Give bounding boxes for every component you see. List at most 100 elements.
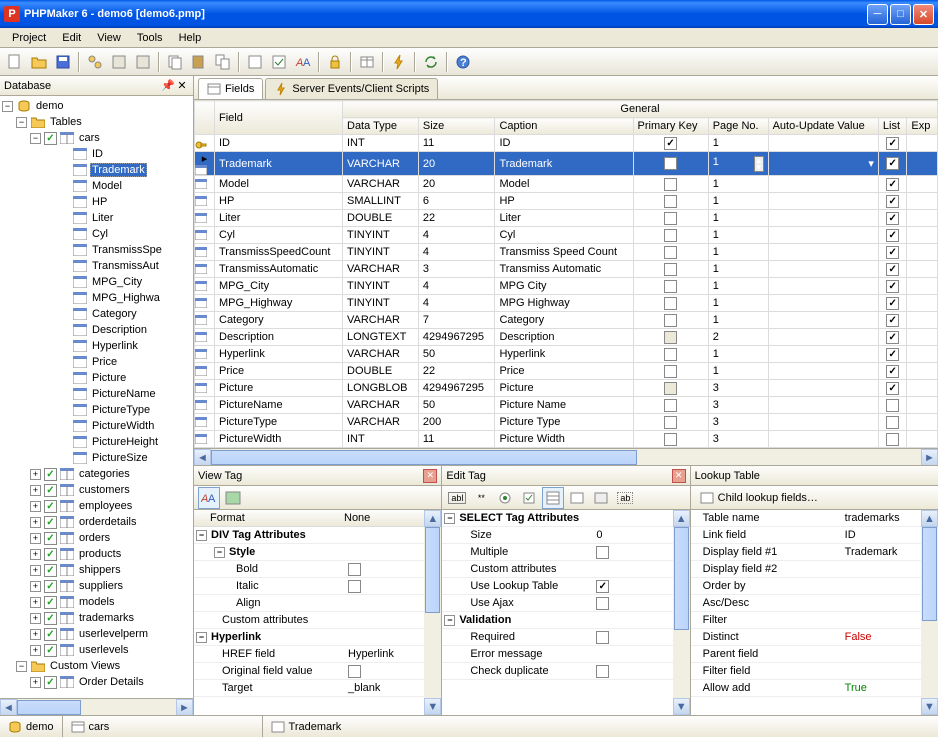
scroll-right-icon[interactable]: ► bbox=[921, 449, 938, 465]
multiple-checkbox[interactable] bbox=[596, 546, 609, 559]
vscroll[interactable]: ▲ ▼ bbox=[424, 510, 441, 715]
html-button[interactable] bbox=[132, 51, 154, 73]
database-tree[interactable]: −demo−Tables−carsIDTrademarkModelHPLiter… bbox=[0, 96, 193, 698]
tree-checkbox[interactable] bbox=[44, 484, 57, 497]
scroll-down-icon[interactable]: ▼ bbox=[673, 698, 690, 715]
tree-node[interactable]: ID bbox=[2, 146, 191, 162]
scroll-thumb[interactable] bbox=[211, 450, 637, 465]
lock-button[interactable] bbox=[324, 51, 346, 73]
bold-checkbox[interactable] bbox=[348, 563, 361, 576]
script-button[interactable] bbox=[244, 51, 266, 73]
tree-label[interactable]: Liter bbox=[90, 212, 115, 224]
tree-node[interactable]: Model bbox=[2, 178, 191, 194]
list-checkbox[interactable] bbox=[886, 246, 899, 259]
pk-checkbox[interactable] bbox=[664, 433, 677, 446]
table-button[interactable] bbox=[356, 51, 378, 73]
menu-help[interactable]: Help bbox=[171, 30, 210, 46]
tree-node[interactable]: +customers bbox=[2, 482, 191, 498]
grid-row[interactable]: PriceDOUBLE22Price1 bbox=[195, 363, 938, 380]
grid-row[interactable]: PictureWidthINT11Picture Width3 bbox=[195, 431, 938, 448]
list-checkbox[interactable] bbox=[886, 297, 899, 310]
pk-checkbox[interactable] bbox=[664, 212, 677, 225]
tree-label[interactable]: userlevelperm bbox=[77, 628, 150, 640]
tree-toggle-icon[interactable]: + bbox=[30, 533, 41, 544]
tree-checkbox[interactable] bbox=[44, 676, 57, 689]
pk-checkbox[interactable] bbox=[664, 365, 677, 378]
list-checkbox[interactable] bbox=[886, 229, 899, 242]
list-checkbox[interactable] bbox=[886, 157, 899, 170]
pk-checkbox[interactable] bbox=[664, 229, 677, 242]
tree-label[interactable]: MPG_City bbox=[90, 276, 144, 288]
tree-node[interactable]: +models bbox=[2, 594, 191, 610]
db-button[interactable] bbox=[84, 51, 106, 73]
tree-node[interactable]: Picture bbox=[2, 370, 191, 386]
tree-hscroll[interactable]: ◄ ► bbox=[0, 698, 193, 715]
tree-checkbox[interactable] bbox=[44, 596, 57, 609]
font-button[interactable]: AA bbox=[292, 51, 314, 73]
close-button[interactable]: ✕ bbox=[913, 4, 934, 25]
tree-node[interactable]: MPG_Highwa bbox=[2, 290, 191, 306]
tree-toggle-icon[interactable]: + bbox=[30, 501, 41, 512]
tree-toggle-icon[interactable]: − bbox=[16, 661, 27, 672]
tree-node[interactable]: Category bbox=[2, 306, 191, 322]
tree-toggle-icon[interactable]: + bbox=[30, 469, 41, 480]
lookup-row[interactable]: Order by bbox=[691, 578, 921, 595]
format-text-button[interactable]: AA bbox=[198, 487, 220, 509]
tree-node[interactable]: PictureType bbox=[2, 402, 191, 418]
tree-toggle-icon[interactable]: + bbox=[30, 613, 41, 624]
menu-edit[interactable]: Edit bbox=[54, 30, 89, 46]
tree-node[interactable]: + orders bbox=[2, 530, 191, 546]
tab-fields[interactable]: Fields bbox=[198, 78, 263, 99]
scroll-right-icon[interactable]: ► bbox=[176, 699, 193, 715]
checkdup-checkbox[interactable] bbox=[596, 665, 609, 678]
image-button[interactable] bbox=[222, 487, 244, 509]
tree-toggle-icon[interactable]: − bbox=[30, 133, 41, 144]
textarea-button[interactable] bbox=[566, 487, 588, 509]
menu-view[interactable]: View bbox=[89, 30, 129, 46]
tree-node[interactable]: TransmissSpe bbox=[2, 242, 191, 258]
tree-label[interactable]: PictureWidth bbox=[90, 420, 156, 432]
tree-label[interactable]: Trademark bbox=[90, 163, 147, 177]
list-checkbox[interactable] bbox=[886, 314, 899, 327]
tree-label[interactable]: Hyperlink bbox=[90, 340, 140, 352]
grid-row[interactable]: TransmissSpeedCountTINYINT4Transmiss Spe… bbox=[195, 244, 938, 261]
pk-checkbox[interactable] bbox=[664, 297, 677, 310]
pk-checkbox[interactable] bbox=[664, 331, 677, 344]
tree-toggle-icon[interactable]: + bbox=[30, 581, 41, 592]
tree-node[interactable]: +Order Details bbox=[2, 674, 191, 690]
tree-checkbox[interactable] bbox=[44, 468, 57, 481]
grid-row[interactable]: CategoryVARCHAR7Category1 bbox=[195, 312, 938, 329]
grid-row[interactable]: DescriptionLONGTEXT4294967295Description… bbox=[195, 329, 938, 346]
list-checkbox[interactable] bbox=[886, 280, 899, 293]
minimize-button[interactable]: ─ bbox=[867, 4, 888, 25]
tree-label[interactable]: PictureHeight bbox=[90, 436, 160, 448]
tree-checkbox[interactable] bbox=[44, 612, 57, 625]
pk-checkbox[interactable] bbox=[664, 382, 677, 395]
tree-label[interactable]: orderdetails bbox=[77, 516, 138, 528]
password-button[interactable]: ** bbox=[470, 487, 492, 509]
tree-toggle-icon[interactable]: − bbox=[16, 117, 27, 128]
tree-label[interactable]: orders bbox=[77, 532, 112, 544]
tree-label[interactable]: employees bbox=[77, 500, 134, 512]
select-button[interactable] bbox=[542, 487, 564, 509]
tree-checkbox[interactable] bbox=[44, 500, 57, 513]
tree-label[interactable]: TransmissAut bbox=[90, 260, 161, 272]
grid-row[interactable]: IDINT11ID1 bbox=[195, 135, 938, 152]
paste-button[interactable] bbox=[188, 51, 210, 73]
tree-node[interactable]: +trademarks bbox=[2, 610, 191, 626]
grid-row[interactable]: HyperlinkVARCHAR50Hyperlink1 bbox=[195, 346, 938, 363]
tree-node[interactable]: +orderdetails bbox=[2, 514, 191, 530]
list-checkbox[interactable] bbox=[886, 263, 899, 276]
tree-toggle-icon[interactable]: + bbox=[30, 565, 41, 576]
pk-checkbox[interactable] bbox=[664, 348, 677, 361]
tree-node[interactable]: −cars bbox=[2, 130, 191, 146]
tree-node[interactable]: PictureName bbox=[2, 386, 191, 402]
tree-node[interactable]: Trademark bbox=[2, 162, 191, 178]
list-checkbox[interactable] bbox=[886, 365, 899, 378]
lookup-row[interactable]: Table nametrademarks bbox=[691, 510, 921, 527]
grid-row[interactable]: MPG_HighwayTINYINT4MPG Highway1 bbox=[195, 295, 938, 312]
tree-node[interactable]: Hyperlink bbox=[2, 338, 191, 354]
lookup-row[interactable]: Link fieldID bbox=[691, 527, 921, 544]
tree-node[interactable]: −Custom Views bbox=[2, 658, 191, 674]
tree-toggle-icon[interactable]: − bbox=[2, 101, 13, 112]
